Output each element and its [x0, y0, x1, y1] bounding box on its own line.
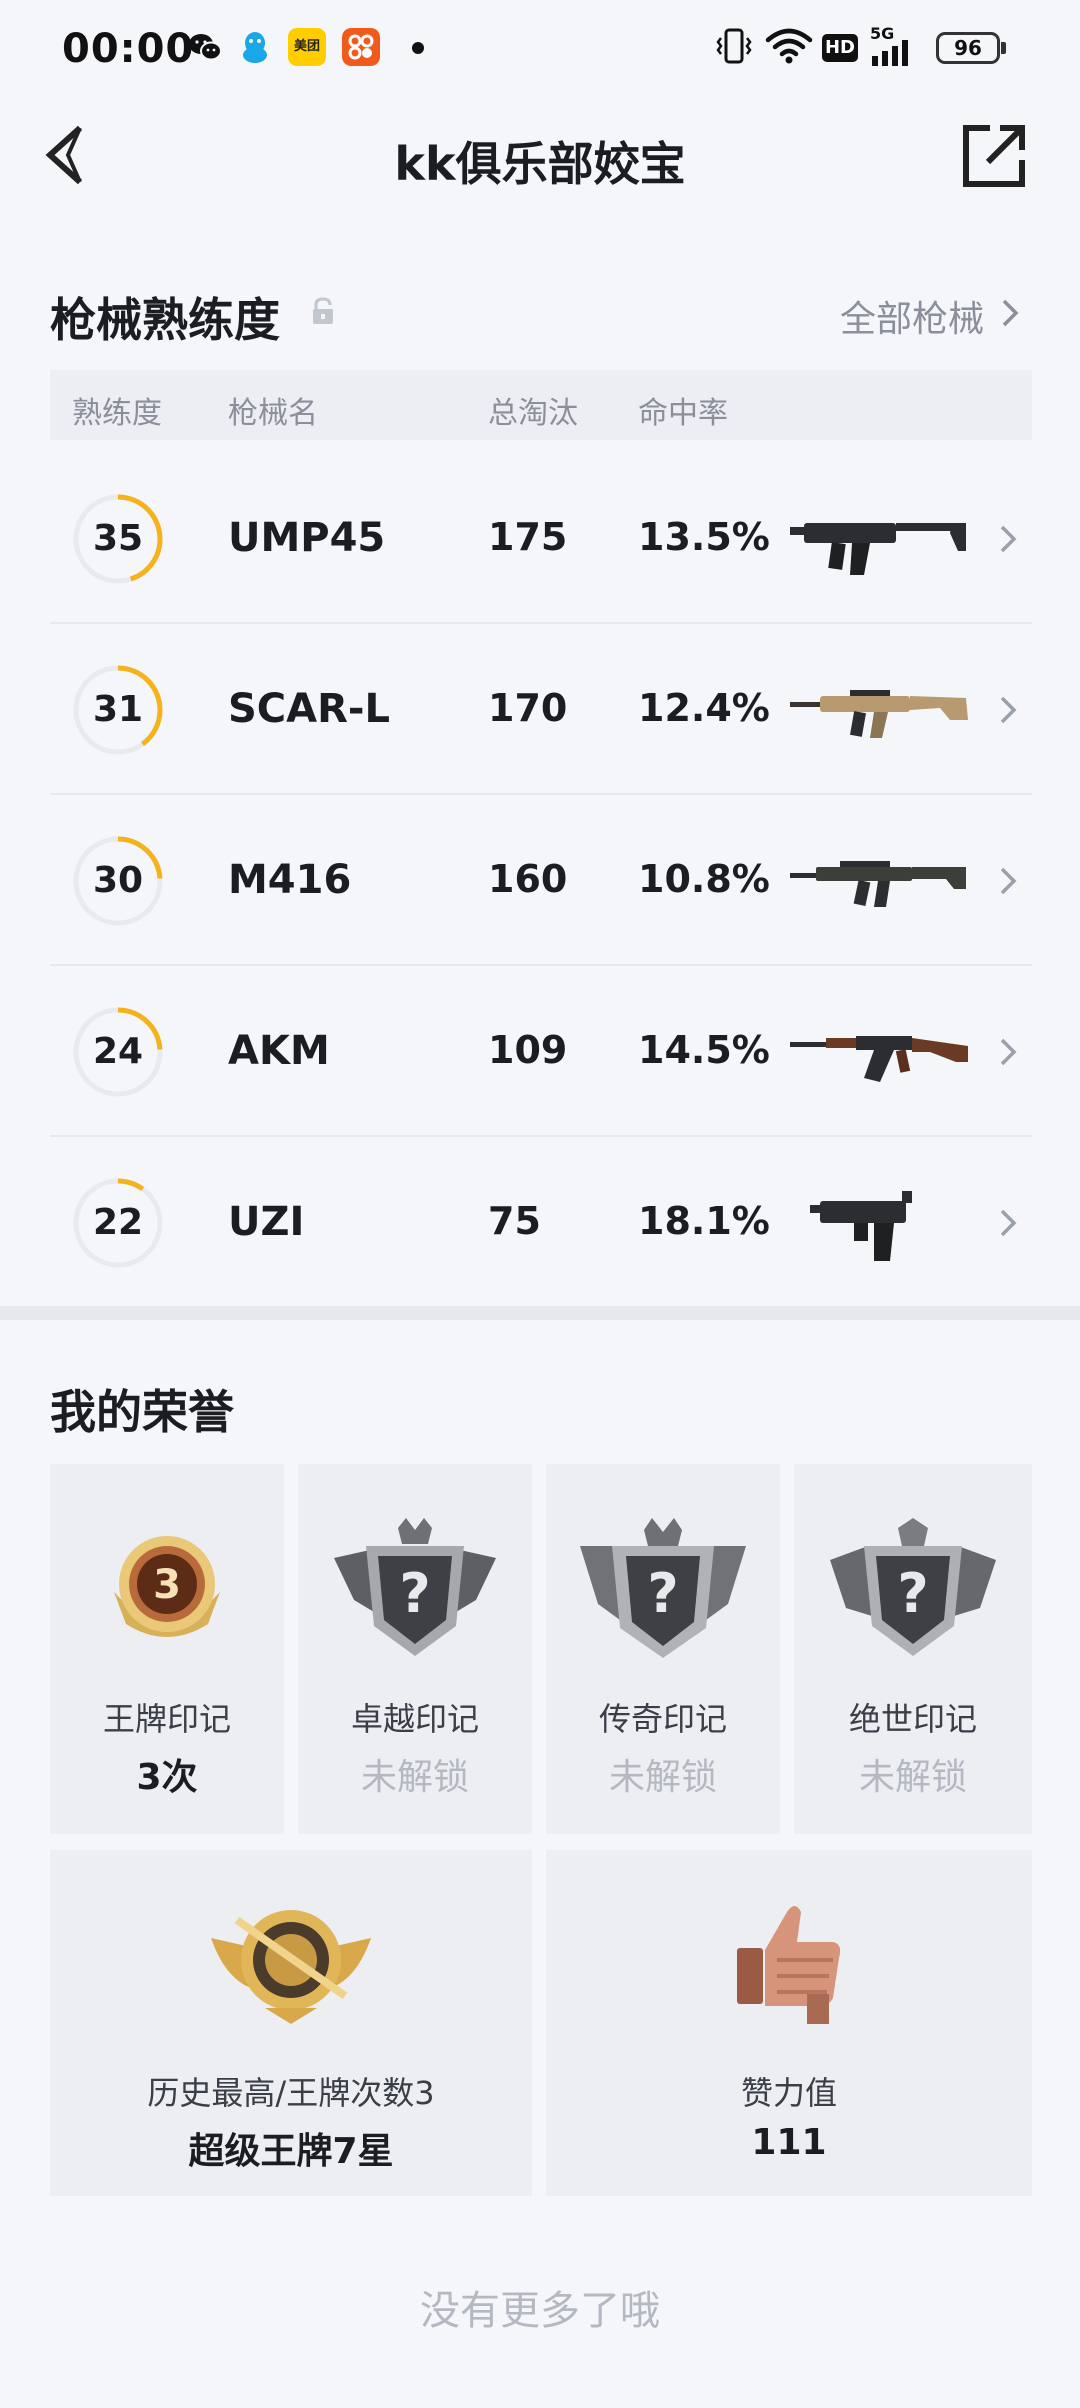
wifi-icon — [765, 28, 813, 64]
locked-badge-icon: ? — [334, 1518, 496, 1656]
honor-value: 未解锁 — [360, 1757, 469, 1798]
uzi-image — [810, 1191, 912, 1261]
honor-label: 王牌印记 — [102, 1700, 231, 1738]
chevron-right-icon[interactable] — [998, 1036, 1018, 1068]
akm-image — [790, 1036, 968, 1082]
honor-card-excellence-mark[interactable]: ? 卓越印记 未解锁 — [298, 1464, 532, 1834]
weapon-row-scar-l[interactable]: 31 SCAR-L 170 12.4% — [50, 624, 1032, 795]
proficiency-level: 31 — [92, 689, 144, 730]
ace-mark-badge-icon: 3 — [114, 1536, 220, 1637]
likes-value: 111 — [751, 2122, 827, 2163]
honor-value: 3次 — [136, 1757, 198, 1798]
weapon-hit-rate: 12.4% — [638, 686, 770, 730]
signal-icon — [872, 40, 908, 66]
wechat-icon — [189, 34, 222, 61]
weapon-name: UZI — [228, 1199, 305, 1245]
locked-badge-icon: ? — [580, 1518, 746, 1658]
col-hit-rate: 命中率 — [638, 396, 728, 431]
rank-badge-icon — [211, 1910, 371, 2024]
likes-label: 赞力值 — [740, 2074, 837, 2112]
weapon-hit-rate: 13.5% — [638, 515, 770, 559]
honor-label: 卓越印记 — [350, 1700, 479, 1738]
proficiency-level: 24 — [92, 1031, 144, 1072]
ace-mark-badge-number: 3 — [153, 1562, 181, 1608]
weapon-kills: 175 — [488, 515, 568, 559]
proficiency-level: 35 — [92, 518, 144, 559]
honor-card-peerless-mark[interactable]: ? 绝世印记 未解锁 — [794, 1464, 1032, 1834]
likes-card[interactable]: 赞力值 111 — [546, 1850, 1032, 2196]
honor-card-legend-mark[interactable]: ? 传奇印记 未解锁 — [546, 1464, 780, 1834]
honor-label: 绝世印记 — [848, 1700, 977, 1738]
weapon-row-uzi[interactable]: 22 UZI 75 18.1% — [50, 1137, 1032, 1308]
col-weapon-name: 枪械名 — [228, 396, 318, 431]
weapon-name: SCAR-L — [228, 686, 391, 732]
share-button[interactable] — [960, 122, 1028, 190]
section-divider — [0, 1306, 1080, 1320]
weapon-kills: 75 — [488, 1199, 541, 1243]
thumbs-up-icon — [737, 1906, 841, 2024]
taobao-icon — [342, 28, 380, 66]
all-weapons-link[interactable]: 全部枪械 — [840, 290, 984, 342]
badge-question-mark: ? — [399, 1562, 430, 1625]
chevron-right-icon[interactable] — [1000, 298, 1020, 328]
proficiency-level: 30 — [92, 860, 144, 901]
weapon-kills: 170 — [488, 686, 568, 730]
weapon-hit-rate: 10.8% — [638, 857, 770, 901]
rank-value: 超级王牌7星 — [188, 2131, 394, 2172]
chevron-right-icon[interactable] — [998, 1207, 1018, 1239]
scar-l-image — [790, 690, 968, 738]
weapon-name: UMP45 — [228, 515, 386, 561]
lock-icon[interactable] — [310, 296, 336, 326]
locked-badge-icon: ? — [830, 1518, 996, 1656]
honor-value: 未解锁 — [858, 1757, 967, 1798]
no-more-footer: 没有更多了哦 — [420, 2288, 660, 2334]
ump45-image — [790, 523, 966, 575]
weapon-name: M416 — [228, 857, 352, 903]
battery-indicator: 96 — [936, 32, 1000, 64]
honor-label: 传奇印记 — [598, 1700, 727, 1738]
meituan-icon: 美团 — [288, 28, 326, 66]
chevron-right-icon[interactable] — [998, 865, 1018, 897]
status-time: 00:00 — [62, 26, 195, 72]
weapon-kills: 109 — [488, 1028, 568, 1072]
honors-section-title: 我的荣誉 — [50, 1385, 234, 1439]
weapon-hit-rate: 14.5% — [638, 1028, 770, 1072]
rank-label: 历史最高/王牌次数3 — [147, 2074, 435, 2112]
weapon-section-title: 枪械熟练度 — [50, 293, 280, 347]
honor-value: 未解锁 — [608, 1757, 717, 1798]
col-total-kills: 总淘汰 — [488, 396, 578, 431]
honor-card-ace-mark[interactable]: 3 王牌印记 3次 — [50, 1464, 284, 1834]
notification-dot — [412, 42, 424, 54]
weapon-row-ump45[interactable]: 35 UMP45 175 13.5% — [50, 453, 1032, 624]
chevron-right-icon[interactable] — [998, 523, 1018, 555]
status-bar: 00:00 美团 HD 5G 96 — [0, 0, 1080, 96]
hd-icon: HD — [822, 34, 858, 62]
app-root: 00:00 美团 HD 5G 96 kk俱乐部姣宝 枪械熟练度 全部枪械 熟练度… — [0, 0, 1080, 2408]
weapon-hit-rate: 18.1% — [638, 1199, 770, 1243]
vibrate-icon — [716, 28, 752, 64]
proficiency-level: 22 — [92, 1202, 144, 1243]
qq-icon — [243, 32, 267, 63]
battery-tip — [1001, 42, 1006, 54]
weapon-row-m416[interactable]: 30 M416 160 10.8% — [50, 795, 1032, 966]
highest-rank-card[interactable]: 历史最高/王牌次数3 超级王牌7星 — [50, 1850, 532, 2196]
chevron-right-icon[interactable] — [998, 694, 1018, 726]
badge-question-mark: ? — [647, 1562, 678, 1625]
weapon-table-header: 熟练度 枪械名 总淘汰 命中率 — [50, 370, 1032, 440]
page-title: kk俱乐部姣宝 — [394, 137, 686, 191]
weapon-name: AKM — [228, 1028, 330, 1074]
badge-question-mark: ? — [897, 1562, 928, 1625]
m416-image — [790, 861, 966, 907]
col-proficiency: 熟练度 — [72, 396, 162, 431]
title-bar: kk俱乐部姣宝 — [0, 96, 1080, 216]
weapon-kills: 160 — [488, 857, 568, 901]
weapon-row-akm[interactable]: 24 AKM 109 14.5% — [50, 966, 1032, 1137]
